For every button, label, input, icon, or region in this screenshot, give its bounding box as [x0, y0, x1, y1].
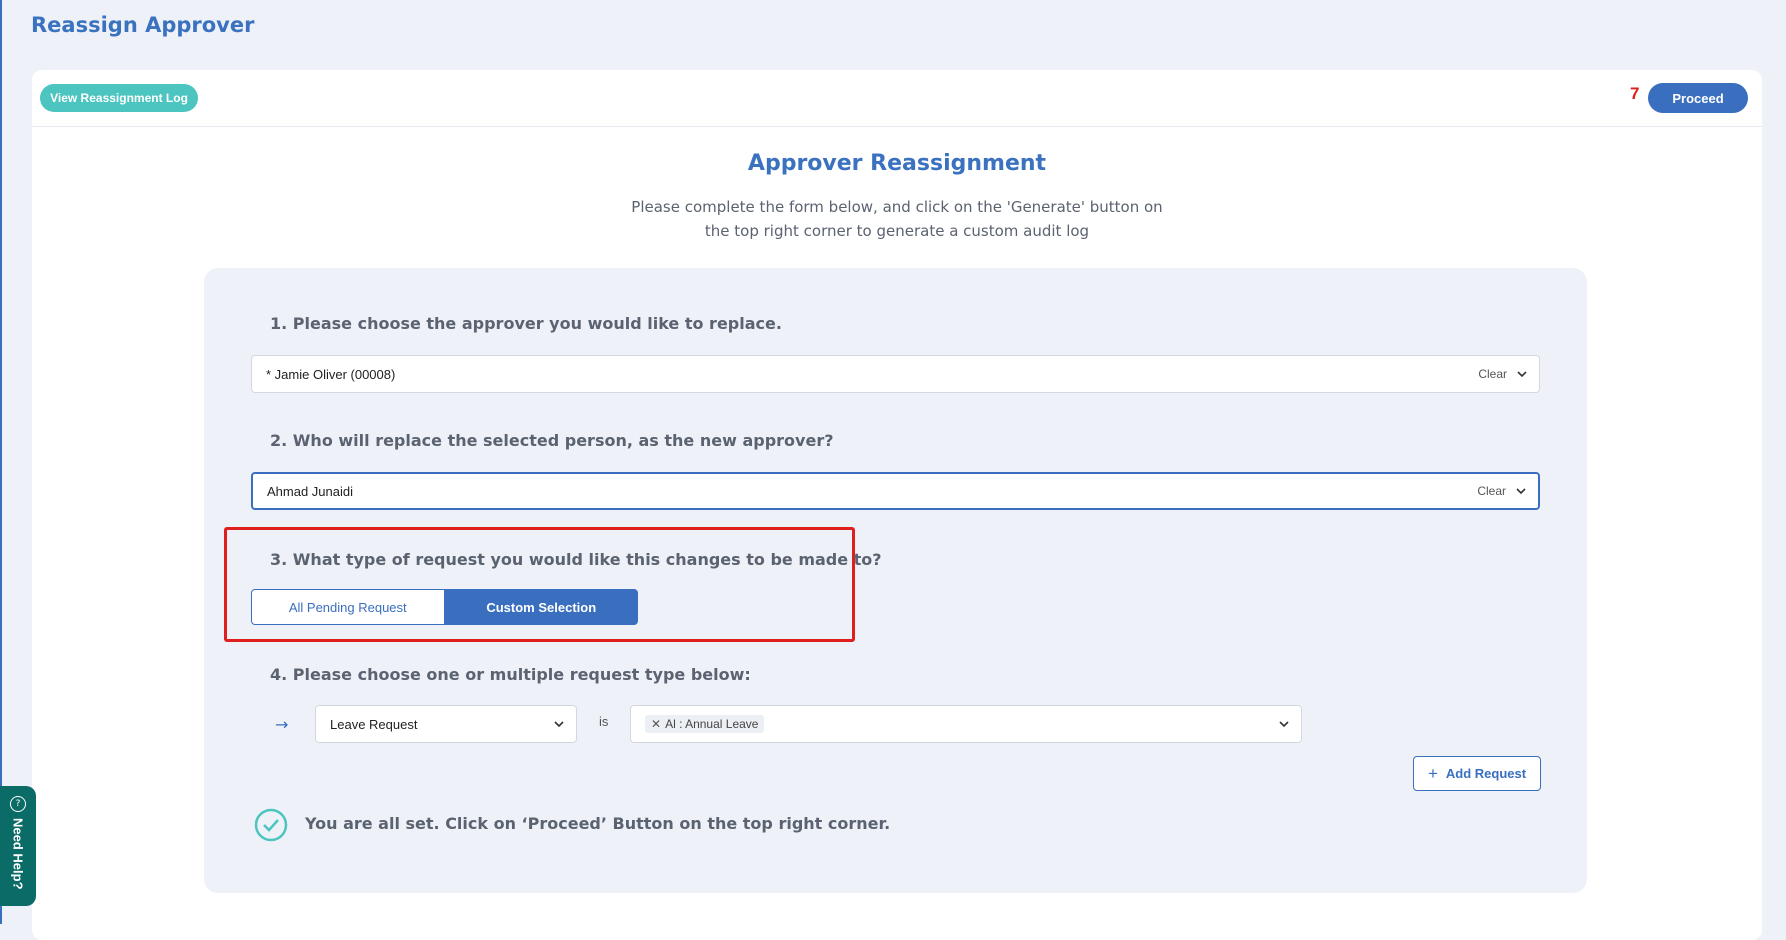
- top-toolbar: View Reassignment Log 7 Proceed: [32, 70, 1762, 127]
- request-type-toggle: All Pending Request Custom Selection: [251, 589, 638, 625]
- add-request-button[interactable]: + Add Request: [1413, 756, 1541, 791]
- chevron-down-icon[interactable]: [1277, 717, 1291, 731]
- question-1-label: 1. Please choose the approver you would …: [270, 314, 782, 333]
- question-3-label: 3. What type of request you would like t…: [270, 550, 882, 569]
- tag-label: Al : Annual Leave: [665, 717, 759, 731]
- tag-container: ✕ Al : Annual Leave: [631, 715, 1277, 733]
- section-description: Please complete the form below, and clic…: [631, 198, 1163, 240]
- arrow-right-icon: →: [275, 715, 289, 734]
- step-badge: 7: [1630, 84, 1640, 103]
- page-title: Reassign Approver: [31, 13, 255, 37]
- completion-message: You are all set. Click on ‘Proceed’ Butt…: [305, 814, 891, 833]
- need-help-tab[interactable]: ? Need Help?: [0, 786, 36, 906]
- chevron-down-icon[interactable]: [1514, 484, 1528, 498]
- clear-approver-button[interactable]: Clear: [1478, 367, 1507, 381]
- proceed-button[interactable]: Proceed: [1648, 83, 1748, 113]
- chevron-down-icon[interactable]: [1515, 367, 1529, 381]
- need-help-label: Need Help?: [10, 818, 26, 890]
- view-reassignment-log-button[interactable]: View Reassignment Log: [40, 84, 198, 112]
- connector-text: is: [599, 714, 609, 729]
- add-request-label: Add Request: [1445, 766, 1527, 781]
- request-type-select[interactable]: Leave Request: [315, 705, 577, 743]
- new-approver-value: Ahmad Junaidi: [267, 483, 353, 499]
- section-title: Approver Reassignment: [747, 151, 1047, 176]
- remove-tag-icon[interactable]: ✕: [651, 717, 661, 731]
- plus-icon: +: [1427, 763, 1438, 783]
- new-approver-select[interactable]: Ahmad Junaidi Clear: [251, 472, 1540, 510]
- approver-to-replace-select[interactable]: * Jamie Oliver (00008) Clear: [251, 355, 1540, 393]
- leave-type-multiselect[interactable]: ✕ Al : Annual Leave: [630, 705, 1302, 743]
- selected-tag: ✕ Al : Annual Leave: [645, 715, 765, 733]
- question-2-label: 2. Who will replace the selected person,…: [270, 431, 834, 450]
- chevron-down-icon[interactable]: [552, 717, 566, 731]
- clear-new-approver-button[interactable]: Clear: [1477, 484, 1506, 498]
- custom-selection-option[interactable]: Custom Selection: [444, 589, 638, 625]
- approver-to-replace-value: * Jamie Oliver (00008): [266, 366, 396, 382]
- help-circle-icon: ?: [10, 796, 26, 812]
- question-4-label: 4. Please choose one or multiple request…: [270, 665, 751, 684]
- all-pending-request-option[interactable]: All Pending Request: [251, 589, 445, 625]
- request-type-value: Leave Request: [330, 716, 418, 732]
- check-circle-icon: [254, 808, 288, 842]
